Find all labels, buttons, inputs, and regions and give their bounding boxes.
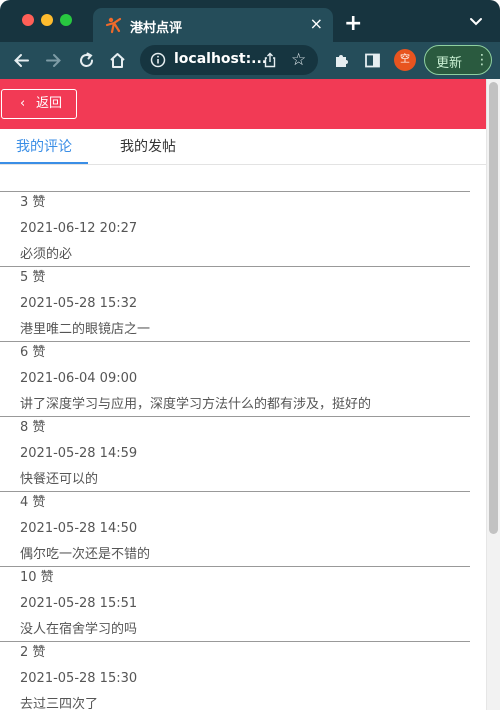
tab-my-posts[interactable]: 我的发帖 [120, 139, 176, 155]
comment-text: 港里唯二的眼镜店之一 [20, 322, 151, 337]
comment-item[interactable]: 4 赞 2021-05-28 14:50 偶尔吃一次还是不错的 [0, 491, 470, 566]
comment-time: 2021-06-04 09:00 [20, 371, 138, 386]
extensions-puzzle-icon[interactable] [332, 51, 351, 70]
comment-item[interactable]: 10 赞 2021-05-28 15:51 没人在宿舍学习的吗 [0, 566, 470, 641]
comment-time: 2021-05-28 14:59 [20, 446, 138, 461]
comment-time: 2021-05-28 14:50 [20, 521, 138, 536]
comment-text: 去过三四次了 [20, 697, 99, 710]
window-minimize-button[interactable] [41, 14, 53, 26]
comment-likes: 6 赞 [20, 345, 46, 360]
comment-likes: 2 赞 [20, 645, 46, 660]
comment-time: 2021-05-28 15:51 [20, 596, 138, 611]
tab-close-icon[interactable]: × [310, 14, 323, 34]
scrollbar-thumb[interactable] [489, 82, 498, 534]
browser-tab[interactable]: 港村点评 × [93, 8, 333, 42]
window-close-button[interactable] [22, 14, 34, 26]
comment-likes: 5 赞 [20, 270, 46, 285]
active-tab-indicator [0, 162, 88, 164]
comment-text: 快餐还可以的 [20, 472, 99, 487]
comment-time: 2021-06-12 20:27 [20, 221, 138, 236]
comment-list: 3 赞 2021-06-12 20:27 必须的必 5 赞 2021-05-28… [0, 191, 470, 710]
forward-arrow-icon[interactable] [44, 51, 63, 70]
page-content: ‹ 返回 我的评论 我的发帖 3 赞 2021-06-12 20:27 必须的必… [0, 79, 486, 710]
browser-toolbar: localhost:... ☆ 空 更新 ⋮ [0, 42, 500, 79]
new-tab-button[interactable]: + [344, 12, 362, 36]
comment-likes: 3 赞 [20, 195, 46, 210]
page-header: ‹ 返回 [0, 79, 486, 129]
bookmark-star-icon[interactable]: ☆ [291, 50, 306, 70]
window-maximize-button[interactable] [60, 14, 72, 26]
back-button[interactable]: ‹ 返回 [1, 89, 77, 119]
comment-text: 必须的必 [20, 247, 73, 262]
site-logo-icon [105, 17, 122, 34]
home-icon[interactable] [108, 51, 127, 70]
url-text[interactable]: localhost:... [174, 51, 267, 67]
reload-icon[interactable] [77, 51, 96, 70]
menu-dots-icon[interactable]: ⋮ [475, 51, 489, 69]
comment-likes: 10 赞 [20, 570, 54, 585]
comment-likes: 4 赞 [20, 495, 46, 510]
back-label: 返回 [36, 96, 63, 111]
comment-item[interactable]: 3 赞 2021-06-12 20:27 必须的必 [0, 191, 470, 266]
tab-bar: 我的评论 我的发帖 [0, 129, 486, 165]
side-panel-icon[interactable] [363, 51, 382, 70]
chevron-left-icon: ‹ [20, 96, 26, 111]
tab-my-comments[interactable]: 我的评论 [16, 139, 72, 155]
site-info-icon[interactable] [150, 52, 166, 68]
comment-item[interactable]: 2 赞 2021-05-28 15:30 去过三四次了 [0, 641, 470, 710]
tab-title: 港村点评 [130, 21, 183, 36]
profile-avatar[interactable]: 空 [394, 49, 416, 71]
update-label: 更新 [436, 56, 463, 71]
comment-text: 偶尔吃一次还是不错的 [20, 547, 151, 562]
share-icon[interactable] [262, 52, 278, 68]
comment-text: 没人在宿舍学习的吗 [20, 622, 138, 637]
browser-tab-bar: 港村点评 × + [0, 0, 500, 42]
page-scrollbar[interactable] [486, 79, 500, 710]
comment-time: 2021-05-28 15:30 [20, 671, 138, 686]
comment-item[interactable]: 8 赞 2021-05-28 14:59 快餐还可以的 [0, 416, 470, 491]
back-arrow-icon[interactable] [12, 51, 31, 70]
comment-text: 讲了深度学习与应用，深度学习方法什么的都有涉及，挺好的 [20, 397, 372, 412]
comment-item[interactable]: 6 赞 2021-06-04 09:00 讲了深度学习与应用，深度学习方法什么的… [0, 341, 470, 416]
comment-likes: 8 赞 [20, 420, 46, 435]
tab-search-chevron-icon[interactable] [468, 13, 484, 29]
comment-item[interactable]: 5 赞 2021-05-28 15:32 港里唯二的眼镜店之一 [0, 266, 470, 341]
comment-time: 2021-05-28 15:32 [20, 296, 138, 311]
address-bar[interactable]: localhost:... ☆ [140, 45, 318, 75]
update-button[interactable]: 更新 ⋮ [424, 45, 492, 75]
